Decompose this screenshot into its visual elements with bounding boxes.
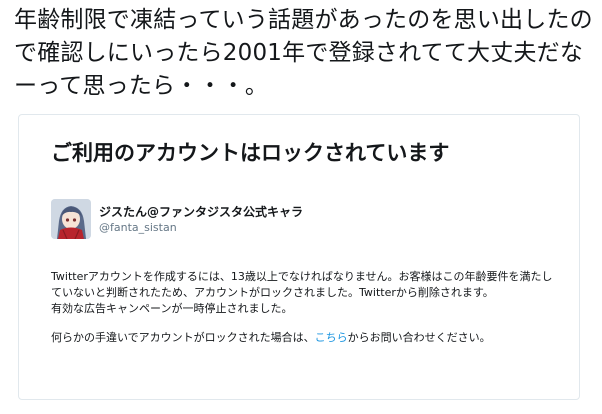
lock-notice: Twitterアカウントを作成するには、13歳以上でなければなりません。お客様は…: [51, 269, 561, 346]
locked-account-card[interactable]: ご利用のアカウントはロックされています ジスたん@ファンタジスタ公式キャラ @f…: [18, 114, 580, 400]
notice-spacer: [51, 317, 561, 330]
notice-line-ads-paused: 有効な広告キャンペーンが一時停止されました。: [51, 302, 293, 315]
card-title: ご利用のアカウントはロックされています: [51, 141, 450, 165]
contact-prefix: 何らかの手違いでアカウントがロックされた場合は、: [51, 331, 315, 344]
contact-suffix: からお問い合わせください。: [347, 331, 491, 344]
contact-link[interactable]: こちら: [315, 331, 348, 344]
notice-line-age-requirement: Twitterアカウントを作成するには、13歳以上でなければなりません。お客様は…: [51, 270, 553, 299]
account-handle: @fanta_sistan: [99, 220, 177, 234]
account-display-name: ジスたん@ファンタジスタ公式キャラ: [99, 204, 304, 219]
notice-line-contact: 何らかの手違いでアカウントがロックされた場合は、こちらからお問い合わせください。: [51, 330, 561, 346]
tweet-text: 年齢制限で凍結っていう話題があったのを思い出したので確認しにいったら2001年で…: [14, 7, 593, 99]
character-avatar-icon: [51, 199, 91, 239]
account-info: ジスたん@ファンタジスタ公式キャラ @fanta_sistan: [51, 199, 303, 239]
